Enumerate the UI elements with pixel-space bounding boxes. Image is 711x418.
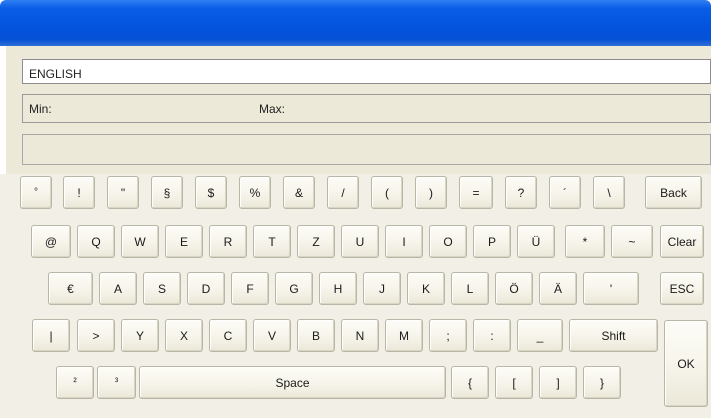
key-v[interactable]: V [253, 319, 291, 352]
key-w[interactable]: W [121, 225, 159, 258]
range-field: Min: Max: [22, 94, 711, 123]
key-r[interactable]: R [209, 225, 247, 258]
key-a-umlaut[interactable]: Ä [539, 272, 577, 305]
key-clear[interactable]: Clear [660, 225, 704, 258]
key-tilde[interactable]: ~ [611, 225, 653, 258]
key-t[interactable]: T [253, 225, 291, 258]
key-g[interactable]: G [275, 272, 313, 305]
key-n[interactable]: N [341, 319, 379, 352]
key-f[interactable]: F [231, 272, 269, 305]
key-slash[interactable]: / [327, 176, 359, 209]
key-m[interactable]: M [385, 319, 423, 352]
key-open-paren[interactable]: ( [371, 176, 403, 209]
key-esc[interactable]: ESC [660, 272, 704, 305]
key-section[interactable]: § [151, 176, 183, 209]
language-value: ENGLISH [29, 67, 82, 81]
key-degree[interactable]: ° [20, 176, 52, 209]
text-input-field[interactable] [22, 134, 711, 165]
key-dollar[interactable]: $ [195, 176, 227, 209]
key-pipe[interactable]: | [32, 319, 70, 352]
key-double-quote[interactable]: " [107, 176, 139, 209]
key-d[interactable]: D [187, 272, 225, 305]
key-apostrophe[interactable]: ' [583, 272, 639, 305]
key-shift[interactable]: Shift [569, 319, 658, 352]
key-u[interactable]: U [341, 225, 379, 258]
key-question[interactable]: ? [505, 176, 537, 209]
key-open-brace[interactable]: { [451, 366, 489, 399]
language-field: ENGLISH [22, 59, 711, 84]
key-exclamation[interactable]: ! [63, 176, 95, 209]
key-z[interactable]: Z [297, 225, 335, 258]
key-euro[interactable]: € [48, 272, 93, 305]
key-equals[interactable]: = [459, 176, 493, 209]
min-label: Min: [29, 102, 52, 116]
key-h[interactable]: H [319, 272, 357, 305]
key-o-umlaut[interactable]: Ö [495, 272, 533, 305]
key-backslash[interactable]: \ [593, 176, 625, 209]
max-label: Max: [259, 102, 286, 116]
key-colon[interactable]: : [473, 319, 511, 352]
key-superscript-three[interactable]: ³ [97, 366, 136, 399]
key-i[interactable]: I [385, 225, 423, 258]
key-greater-than[interactable]: > [77, 319, 115, 352]
key-e[interactable]: E [165, 225, 203, 258]
key-asterisk[interactable]: * [565, 225, 605, 258]
key-acute[interactable]: ´ [549, 176, 581, 209]
key-superscript-two[interactable]: ² [56, 366, 94, 399]
key-open-bracket[interactable]: [ [495, 366, 533, 399]
key-underscore[interactable]: _ [517, 319, 563, 352]
key-k[interactable]: K [407, 272, 445, 305]
key-semicolon[interactable]: ; [429, 319, 467, 352]
key-close-brace[interactable]: } [583, 366, 621, 399]
ok-button[interactable]: OK [664, 320, 708, 407]
key-c[interactable]: C [209, 319, 247, 352]
key-o[interactable]: O [429, 225, 467, 258]
key-p[interactable]: P [473, 225, 511, 258]
key-close-bracket[interactable]: ] [539, 366, 577, 399]
key-space[interactable]: Space [139, 366, 446, 399]
key-j[interactable]: J [363, 272, 401, 305]
key-percent[interactable]: % [239, 176, 271, 209]
key-l[interactable]: L [451, 272, 489, 305]
key-u-umlaut[interactable]: Ü [517, 225, 555, 258]
key-x[interactable]: X [165, 319, 203, 352]
key-s[interactable]: S [143, 272, 181, 305]
key-y[interactable]: Y [121, 319, 159, 352]
key-a[interactable]: A [99, 272, 137, 305]
key-close-paren[interactable]: ) [415, 176, 447, 209]
key-b[interactable]: B [297, 319, 335, 352]
key-q[interactable]: Q [77, 225, 115, 258]
window-title-bar[interactable] [0, 0, 711, 46]
key-ampersand[interactable]: & [283, 176, 315, 209]
key-back[interactable]: Back [645, 176, 702, 209]
key-at[interactable]: @ [31, 225, 71, 258]
